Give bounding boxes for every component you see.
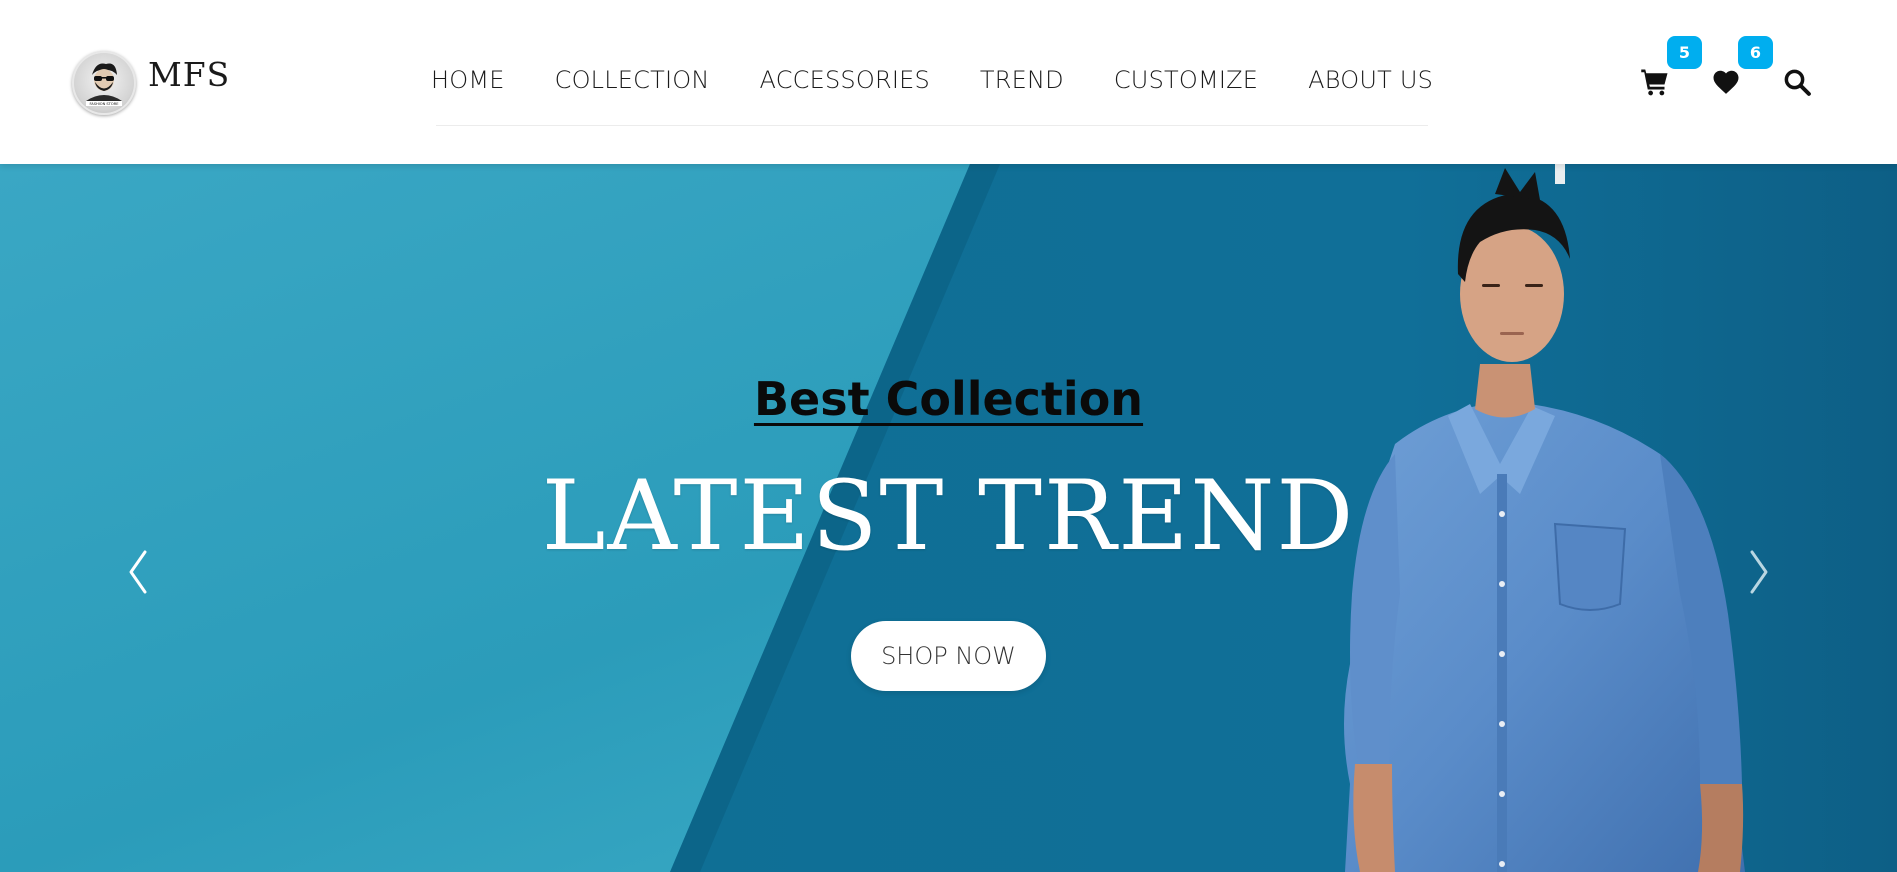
- search-button[interactable]: [1777, 62, 1817, 102]
- chevron-right-icon: [1750, 550, 1768, 594]
- carousel-prev-button[interactable]: [117, 542, 167, 602]
- cart-icon: [1641, 69, 1668, 96]
- wishlist-count-badge: 6: [1738, 36, 1773, 69]
- heart-icon: [1713, 70, 1739, 94]
- cart-count-badge: 5: [1667, 36, 1702, 69]
- hero-title: LATEST TREND: [541, 460, 1356, 572]
- nav-trend[interactable]: TREND: [980, 66, 1064, 94]
- search-icon: [1784, 69, 1811, 96]
- logo-badge: FASHION STORE: [72, 51, 136, 115]
- site-header: FASHION STORE MFS HOME COLLECTION ACCESS…: [0, 0, 1897, 164]
- brand-name: MFS: [148, 54, 231, 94]
- nav-about-us[interactable]: ABOUT US: [1308, 66, 1433, 94]
- svg-text:FASHION STORE: FASHION STORE: [90, 102, 120, 106]
- nav-home[interactable]: HOME: [431, 66, 505, 94]
- nav-accessories[interactable]: ACCESSORIES: [760, 66, 930, 94]
- nav-collection[interactable]: COLLECTION: [555, 66, 710, 94]
- shop-now-button[interactable]: SHOP NOW: [851, 621, 1046, 691]
- hero-carousel: Best Collection LATEST TREND SHOP NOW: [0, 164, 1897, 872]
- header-actions: 5 6: [1604, 36, 1817, 102]
- main-nav: HOME COLLECTION ACCESSORIES TREND CUSTOM…: [431, 54, 1433, 126]
- hero-eyebrow: Best Collection: [753, 372, 1144, 426]
- cart-button[interactable]: 5: [1635, 36, 1702, 102]
- logo-mascot-icon: FASHION STORE: [86, 63, 122, 106]
- wishlist-button[interactable]: 6: [1706, 36, 1773, 102]
- brand-logo-link[interactable]: FASHION STORE MFS: [72, 48, 230, 118]
- nav-customize[interactable]: CUSTOMIZE: [1114, 66, 1258, 94]
- carousel-next-button[interactable]: [1730, 542, 1780, 602]
- chevron-left-icon: [129, 550, 147, 594]
